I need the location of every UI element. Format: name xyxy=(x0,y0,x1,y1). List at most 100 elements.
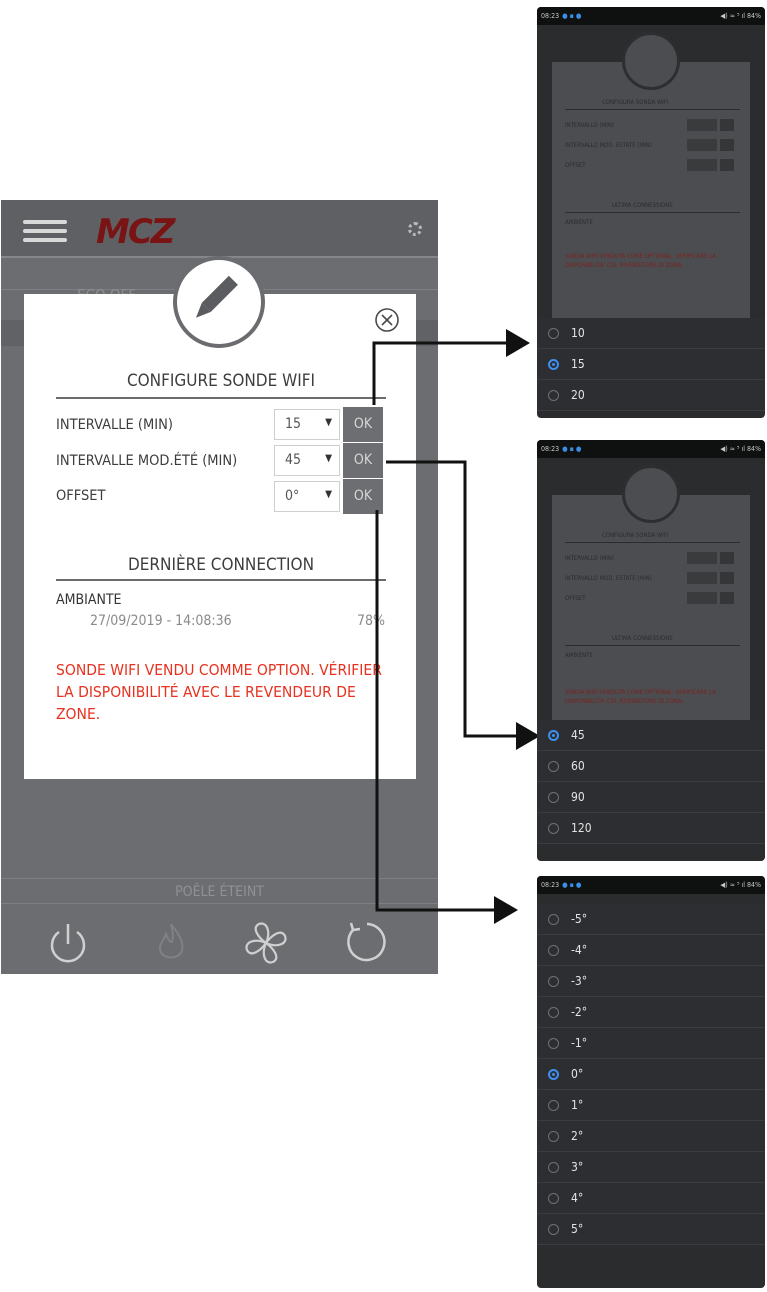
summer-interval-option-label: 90 xyxy=(571,790,585,804)
summer-interval-option-label: 60 xyxy=(571,759,585,773)
interval-option-label: 15 xyxy=(571,357,585,371)
status-indicators: ◀) ≈ ⁵ ıl 84% xyxy=(720,12,761,20)
dimmed-warning: SONDA WIFI VENDUTA COME OPTIONAL. VERIFI… xyxy=(565,689,716,705)
dimmed-divider xyxy=(565,109,740,110)
status-bar: 08:23 ● ▪ ● ◀) ≈ ⁵ ıl 84% xyxy=(537,440,765,458)
summer-interval-option-label: 120 xyxy=(571,821,592,835)
dimmed-row-label: INTERVALLO (MIN) xyxy=(565,122,615,129)
status-indicators: ◀) ≈ ⁵ ıl 84% xyxy=(720,445,761,453)
dimmed-row-label: INTERVALLO (MIN) xyxy=(565,555,615,562)
dimmed-row-label: OFFSET xyxy=(565,595,586,602)
offset-option[interactable]: 4° xyxy=(537,1183,765,1214)
status-time: 08:23 xyxy=(541,12,560,20)
radio-icon xyxy=(548,328,559,339)
radio-icon xyxy=(548,976,559,987)
summer-interval-option[interactable]: 45 xyxy=(537,720,765,751)
radio-icon xyxy=(548,761,559,772)
dimmed-ambiente: AMBIENTE xyxy=(565,219,593,226)
dimmed-row-label: OFFSET xyxy=(565,162,586,169)
dimmed-ok xyxy=(720,139,734,151)
dimmed-title: CONFIGURA SONDA WIFI xyxy=(602,99,669,106)
offset-option[interactable]: -2° xyxy=(537,997,765,1028)
dimmed-select xyxy=(687,592,717,604)
offset-option[interactable]: 5° xyxy=(537,1214,765,1245)
dimmed-select xyxy=(687,139,717,151)
offset-option-label: 2° xyxy=(571,1129,584,1143)
dimmed-divider xyxy=(565,645,740,646)
offset-option-label: -1° xyxy=(571,1036,588,1050)
offset-option-label: -2° xyxy=(571,1005,588,1019)
interval-option[interactable]: 10 xyxy=(537,318,765,349)
offset-option[interactable]: 0° xyxy=(537,1059,765,1090)
radio-icon xyxy=(548,1038,559,1049)
summer-interval-options-list: 45 60 90 120 xyxy=(537,720,765,844)
radio-icon xyxy=(548,1193,559,1204)
radio-icon xyxy=(548,1224,559,1235)
dimmed-pencil-icon xyxy=(622,465,680,523)
dimmed-divider xyxy=(565,212,740,213)
radio-icon xyxy=(548,1069,559,1080)
radio-icon xyxy=(548,1100,559,1111)
dimmed-ambiente: AMBIENTE xyxy=(565,652,593,659)
radio-icon xyxy=(548,792,559,803)
offset-option[interactable]: 2° xyxy=(537,1121,765,1152)
radio-icon xyxy=(548,914,559,925)
radio-icon xyxy=(548,1131,559,1142)
status-bar: 08:23 ● ▪ ● ◀) ≈ ⁵ ıl 84% xyxy=(537,7,765,25)
summer-interval-option[interactable]: 90 xyxy=(537,782,765,813)
offset-option-label: 3° xyxy=(571,1160,584,1174)
dimmed-ok xyxy=(720,119,734,131)
radio-icon xyxy=(548,823,559,834)
phone-offset-picker: 08:23 ● ▪ ● ◀) ≈ ⁵ ıl 84% -5° -4° -3° -2° -1° 0… xyxy=(537,876,765,1288)
dimmed-ok xyxy=(720,592,734,604)
phone-summer-interval-picker: 08:23 ● ▪ ● ◀) ≈ ⁵ ıl 84% CONFIGURA SONDA … xyxy=(537,440,765,861)
offset-option-label: 1° xyxy=(571,1098,584,1112)
dimmed-divider xyxy=(565,542,740,543)
dimmed-row-label: INTERVALLO MOD. ESTATE (MIN) xyxy=(565,142,652,149)
offset-option[interactable]: -1° xyxy=(537,1028,765,1059)
interval-options-list: 10 15 20 xyxy=(537,318,765,411)
dimmed-warning: SONDA WIFI VENDUTA COME OPTIONAL. VERIFI… xyxy=(565,253,716,269)
notification-icons: ● ▪ ● xyxy=(562,445,582,453)
status-time: 08:23 xyxy=(541,445,560,453)
dimmed-select xyxy=(687,119,717,131)
dimmed-pencil-icon xyxy=(622,32,680,90)
interval-option[interactable]: 20 xyxy=(537,380,765,411)
dimmed-select xyxy=(687,572,717,584)
interval-option-label: 10 xyxy=(571,326,585,340)
offset-option[interactable]: 3° xyxy=(537,1152,765,1183)
radio-icon xyxy=(548,1007,559,1018)
offset-option[interactable]: -3° xyxy=(537,966,765,997)
offset-option[interactable]: 1° xyxy=(537,1090,765,1121)
dimmed-section: ULTIMA CONNESSIONE xyxy=(612,635,673,642)
interval-option[interactable]: 15 xyxy=(537,349,765,380)
notification-icons: ● ▪ ● xyxy=(562,881,582,889)
offset-option[interactable]: -4° xyxy=(537,935,765,966)
radio-icon xyxy=(548,1162,559,1173)
dimmed-ok xyxy=(720,572,734,584)
dimmed-title: CONFIGURA SONDA WIFI xyxy=(602,532,669,539)
status-bar: 08:23 ● ▪ ● ◀) ≈ ⁵ ıl 84% xyxy=(537,876,765,894)
dimmed-ok xyxy=(720,552,734,564)
status-indicators: ◀) ≈ ⁵ ıl 84% xyxy=(720,881,761,889)
offset-options-list: -5° -4° -3° -2° -1° 0° 1° 2° 3° 4° 5° xyxy=(537,904,765,1245)
dimmed-section: ULTIMA CONNESSIONE xyxy=(612,202,673,209)
offset-option-label: -5° xyxy=(571,912,588,926)
offset-option-label: 4° xyxy=(571,1191,584,1205)
phone-interval-picker: 08:23 ● ▪ ● ◀) ≈ ⁵ ıl 84% CONFIGURA SONDA … xyxy=(537,7,765,418)
summer-interval-option[interactable]: 120 xyxy=(537,813,765,844)
offset-option-label: 0° xyxy=(571,1067,584,1081)
offset-option-label: -3° xyxy=(571,974,588,988)
summer-interval-option-label: 45 xyxy=(571,728,585,742)
dimmed-select xyxy=(687,552,717,564)
dimmed-select xyxy=(687,159,717,171)
summer-interval-option[interactable]: 60 xyxy=(537,751,765,782)
interval-option-label: 20 xyxy=(571,388,585,402)
status-time: 08:23 xyxy=(541,881,560,889)
offset-option-label: 5° xyxy=(571,1222,584,1236)
dimmed-row-label: INTERVALLO MOD. ESTATE (MIN) xyxy=(565,575,652,582)
notification-icons: ● ▪ ● xyxy=(562,12,582,20)
radio-icon xyxy=(548,390,559,401)
radio-icon xyxy=(548,730,559,741)
offset-option[interactable]: -5° xyxy=(537,904,765,935)
